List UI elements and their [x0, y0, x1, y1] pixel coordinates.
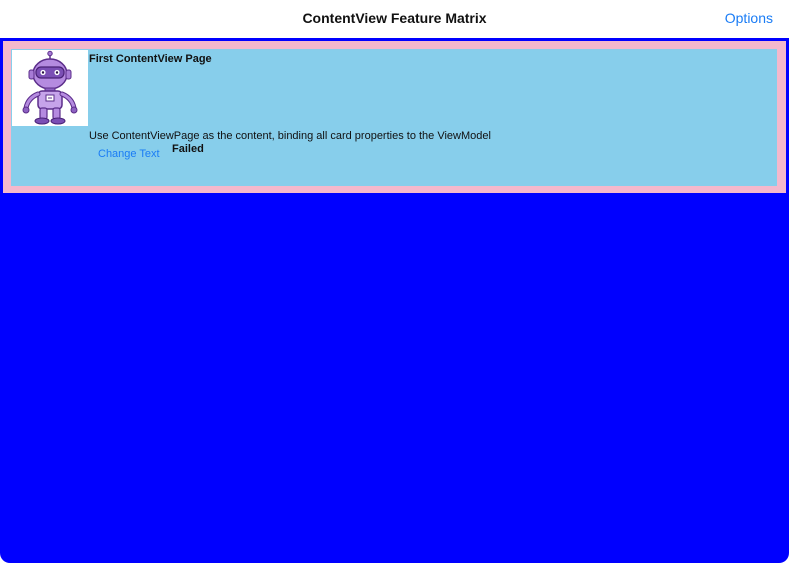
page-title: ContentView Feature Matrix — [302, 10, 487, 26]
card: First ContentView Page Use ContentViewPa… — [11, 49, 777, 186]
navigation-bar: ContentView Feature Matrix Options — [0, 0, 789, 38]
card-border: First ContentView Page Use ContentViewPa… — [3, 41, 786, 193]
change-text-button[interactable]: Change Text — [98, 148, 160, 160]
card-description: Use ContentViewPage as the content, bind… — [89, 130, 491, 142]
content-view-area: First ContentView Page Use ContentViewPa… — [0, 38, 789, 563]
status-label: Failed — [172, 143, 204, 155]
card-title: First ContentView Page — [89, 53, 212, 65]
options-button[interactable]: Options — [725, 10, 773, 26]
robot-mascot-icon — [12, 50, 88, 126]
